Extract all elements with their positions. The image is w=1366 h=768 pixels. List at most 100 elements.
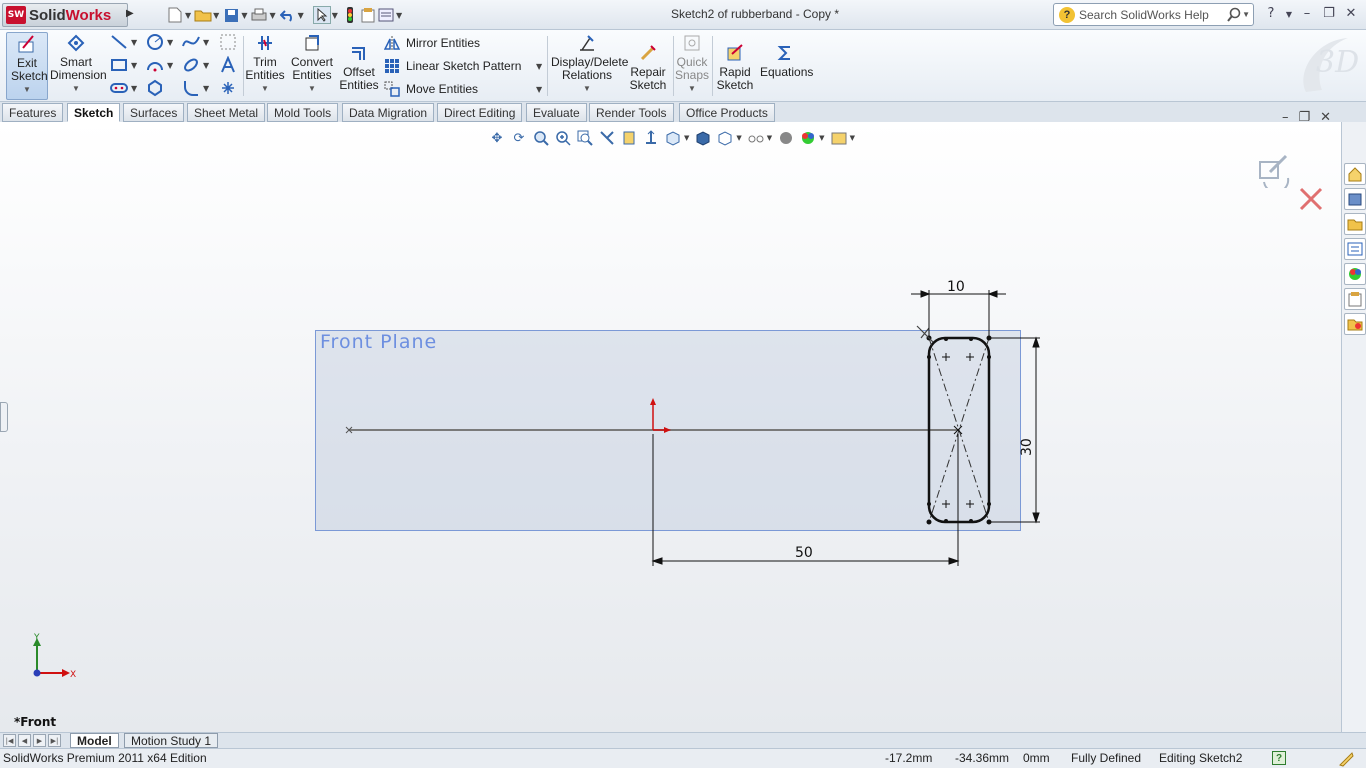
chevron-down-icon[interactable]: ▼	[396, 11, 402, 20]
trim-entities-button[interactable]: Trim Entities ▼	[244, 32, 286, 95]
chevron-down-icon[interactable]: ▼	[131, 84, 137, 93]
search-help-field[interactable]: ? Search SolidWorks Help ▼	[1053, 3, 1254, 26]
file-properties-icon[interactable]	[359, 6, 377, 24]
solidworks-resources-icon[interactable]	[1344, 163, 1366, 185]
graphics-area[interactable]: – ❐ ✕ ✥ ⟳ ▼ ▼ ▼ ▼ ▼ Front Plane 10 30 50…	[0, 110, 1341, 732]
chevron-down-icon[interactable]: ▼	[50, 82, 102, 95]
custom-properties-icon[interactable]	[1344, 288, 1366, 310]
display-delete-relations-button[interactable]: Display/Delete Relations ▼	[551, 32, 628, 95]
chevron-down-icon[interactable]: ▼	[288, 82, 336, 95]
chevron-down-icon[interactable]: ▼	[167, 38, 173, 47]
move-entities-dropdown[interactable]: ▼	[533, 79, 542, 99]
chevron-down-icon[interactable]: ▼	[203, 84, 209, 93]
chevron-down-icon[interactable]: ▼	[244, 82, 286, 95]
scroll-prev-icon[interactable]: ◀	[18, 734, 31, 747]
tab-motion-study-1[interactable]: Motion Study 1	[124, 733, 219, 748]
chevron-down-icon[interactable]: ▼	[131, 38, 137, 47]
appearances-scenes-icon[interactable]	[1344, 263, 1366, 285]
equations-button[interactable]: Equations	[760, 42, 813, 79]
scroll-last-icon[interactable]: ▶|	[48, 734, 61, 747]
tab-office-products[interactable]: Office Products	[679, 103, 775, 122]
tab-features[interactable]: Features	[2, 103, 64, 122]
tab-data-migration[interactable]: Data Migration	[342, 103, 435, 122]
quick-tips-icon[interactable]: ?	[1272, 751, 1286, 765]
tab-surfaces[interactable]: Surfaces	[123, 103, 185, 122]
scroll-first-icon[interactable]: |◀	[3, 734, 16, 747]
chevron-down-icon[interactable]: ▼	[536, 85, 542, 94]
offset-entities-button[interactable]: Offset Entities	[338, 42, 380, 92]
solidworks-menu-button[interactable]: SW SolidWorks	[2, 3, 128, 27]
rapid-sketch-button[interactable]: Rapid Sketch	[715, 42, 755, 92]
minimize-icon[interactable]: –	[1298, 6, 1316, 21]
close-icon[interactable]: ✕	[1342, 6, 1360, 21]
chevron-down-icon[interactable]: ▼	[7, 83, 47, 96]
construction-geometry-tool[interactable]	[219, 32, 237, 52]
design-library-icon[interactable]	[1344, 188, 1366, 210]
exit-sketch-button[interactable]: Exit Sketch ▼	[6, 32, 48, 100]
new-document-icon[interactable]	[166, 6, 184, 24]
chevron-down-icon[interactable]: ▼	[241, 11, 247, 20]
line-tool[interactable]: ▼	[110, 32, 137, 52]
scroll-next-icon[interactable]: ▶	[33, 734, 46, 747]
move-entities-button[interactable]: Move Entities	[383, 79, 478, 99]
chevron-down-icon[interactable]: ▼	[213, 11, 219, 20]
tab-direct-editing[interactable]: Direct Editing	[437, 103, 523, 122]
undo-icon[interactable]	[279, 6, 297, 24]
rectangle-tool[interactable]: ▼	[110, 55, 137, 75]
rebuild-icon[interactable]	[341, 6, 359, 24]
chevron-down-icon[interactable]: ▼	[167, 61, 173, 70]
chevron-down-icon[interactable]: ▼	[1280, 10, 1298, 19]
restore-icon[interactable]: ❐	[1320, 6, 1338, 21]
linear-pattern-dropdown[interactable]: ▼	[533, 56, 542, 76]
chevron-down-icon[interactable]: ▼	[1242, 10, 1250, 19]
solidworks-forum-icon[interactable]	[1344, 313, 1366, 335]
search-icon[interactable]	[1227, 7, 1241, 25]
sigma-icon	[774, 42, 796, 64]
save-icon[interactable]	[222, 6, 240, 24]
quick-snaps-button[interactable]: Quick Snaps ▼	[675, 32, 709, 95]
tab-model[interactable]: Model	[70, 733, 119, 748]
chevron-down-icon[interactable]: ▼	[298, 11, 304, 20]
tab-render-tools[interactable]: Render Tools	[589, 103, 674, 122]
feature-manager-flyout-handle[interactable]	[0, 402, 8, 432]
chevron-down-icon[interactable]: ▼	[203, 61, 209, 70]
tab-mold-tools[interactable]: Mold Tools	[267, 103, 339, 122]
select-icon[interactable]	[312, 6, 331, 24]
linear-sketch-pattern-button[interactable]: Linear Sketch Pattern	[383, 56, 521, 76]
chevron-down-icon[interactable]: ▼	[551, 82, 623, 95]
tab-sketch[interactable]: Sketch	[67, 103, 121, 122]
window-title: Sketch2 of rubberband - Copy *	[670, 7, 840, 21]
mirror-entities-button[interactable]: Mirror Entities	[383, 33, 480, 53]
chevron-down-icon[interactable]: ▼	[131, 61, 137, 70]
chevron-down-icon[interactable]: ▼	[675, 82, 709, 95]
exit-sketch-label: Exit Sketch	[11, 56, 48, 83]
open-icon[interactable]	[194, 6, 212, 24]
slot-tool[interactable]: ▼	[110, 78, 137, 98]
chevron-down-icon[interactable]: ▼	[185, 11, 191, 20]
chevron-down-icon[interactable]: ▼	[203, 38, 209, 47]
spline-tool[interactable]: ▼	[182, 32, 209, 52]
convert-entities-button[interactable]: Convert Entities ▼	[288, 32, 336, 95]
repair-sketch-button[interactable]: Repair Sketch	[628, 42, 668, 92]
ellipse-tool[interactable]: ▼	[182, 55, 209, 75]
chevron-down-icon[interactable]: ▼	[332, 11, 338, 20]
file-explorer-icon[interactable]	[1344, 213, 1366, 235]
smart-dimension-button[interactable]: Smart Dimension ▼	[50, 32, 107, 95]
polygon-tool[interactable]	[146, 78, 164, 98]
text-tool[interactable]	[219, 55, 237, 75]
circle-tool[interactable]: ▼	[146, 32, 173, 52]
chevron-down-icon[interactable]: ▼	[536, 62, 542, 71]
print-icon[interactable]	[250, 6, 268, 24]
tab-evaluate[interactable]: Evaluate	[526, 103, 587, 122]
arc-tool[interactable]: ▼	[146, 55, 173, 75]
tab-sheet-metal[interactable]: Sheet Metal	[187, 103, 266, 122]
view-palette-icon[interactable]	[1344, 238, 1366, 260]
options-icon[interactable]	[377, 6, 395, 24]
point-tool[interactable]	[219, 78, 237, 98]
help-menu-icon[interactable]: ?	[1262, 6, 1280, 21]
svg-text:3D: 3D	[1316, 45, 1359, 80]
fillet-tool[interactable]: ▼	[182, 78, 209, 98]
rebuild-notification-icon[interactable]	[1338, 751, 1354, 768]
chevron-down-icon[interactable]: ▼	[269, 11, 275, 20]
menu-expand-arrow-icon[interactable]: ▶	[126, 8, 134, 19]
